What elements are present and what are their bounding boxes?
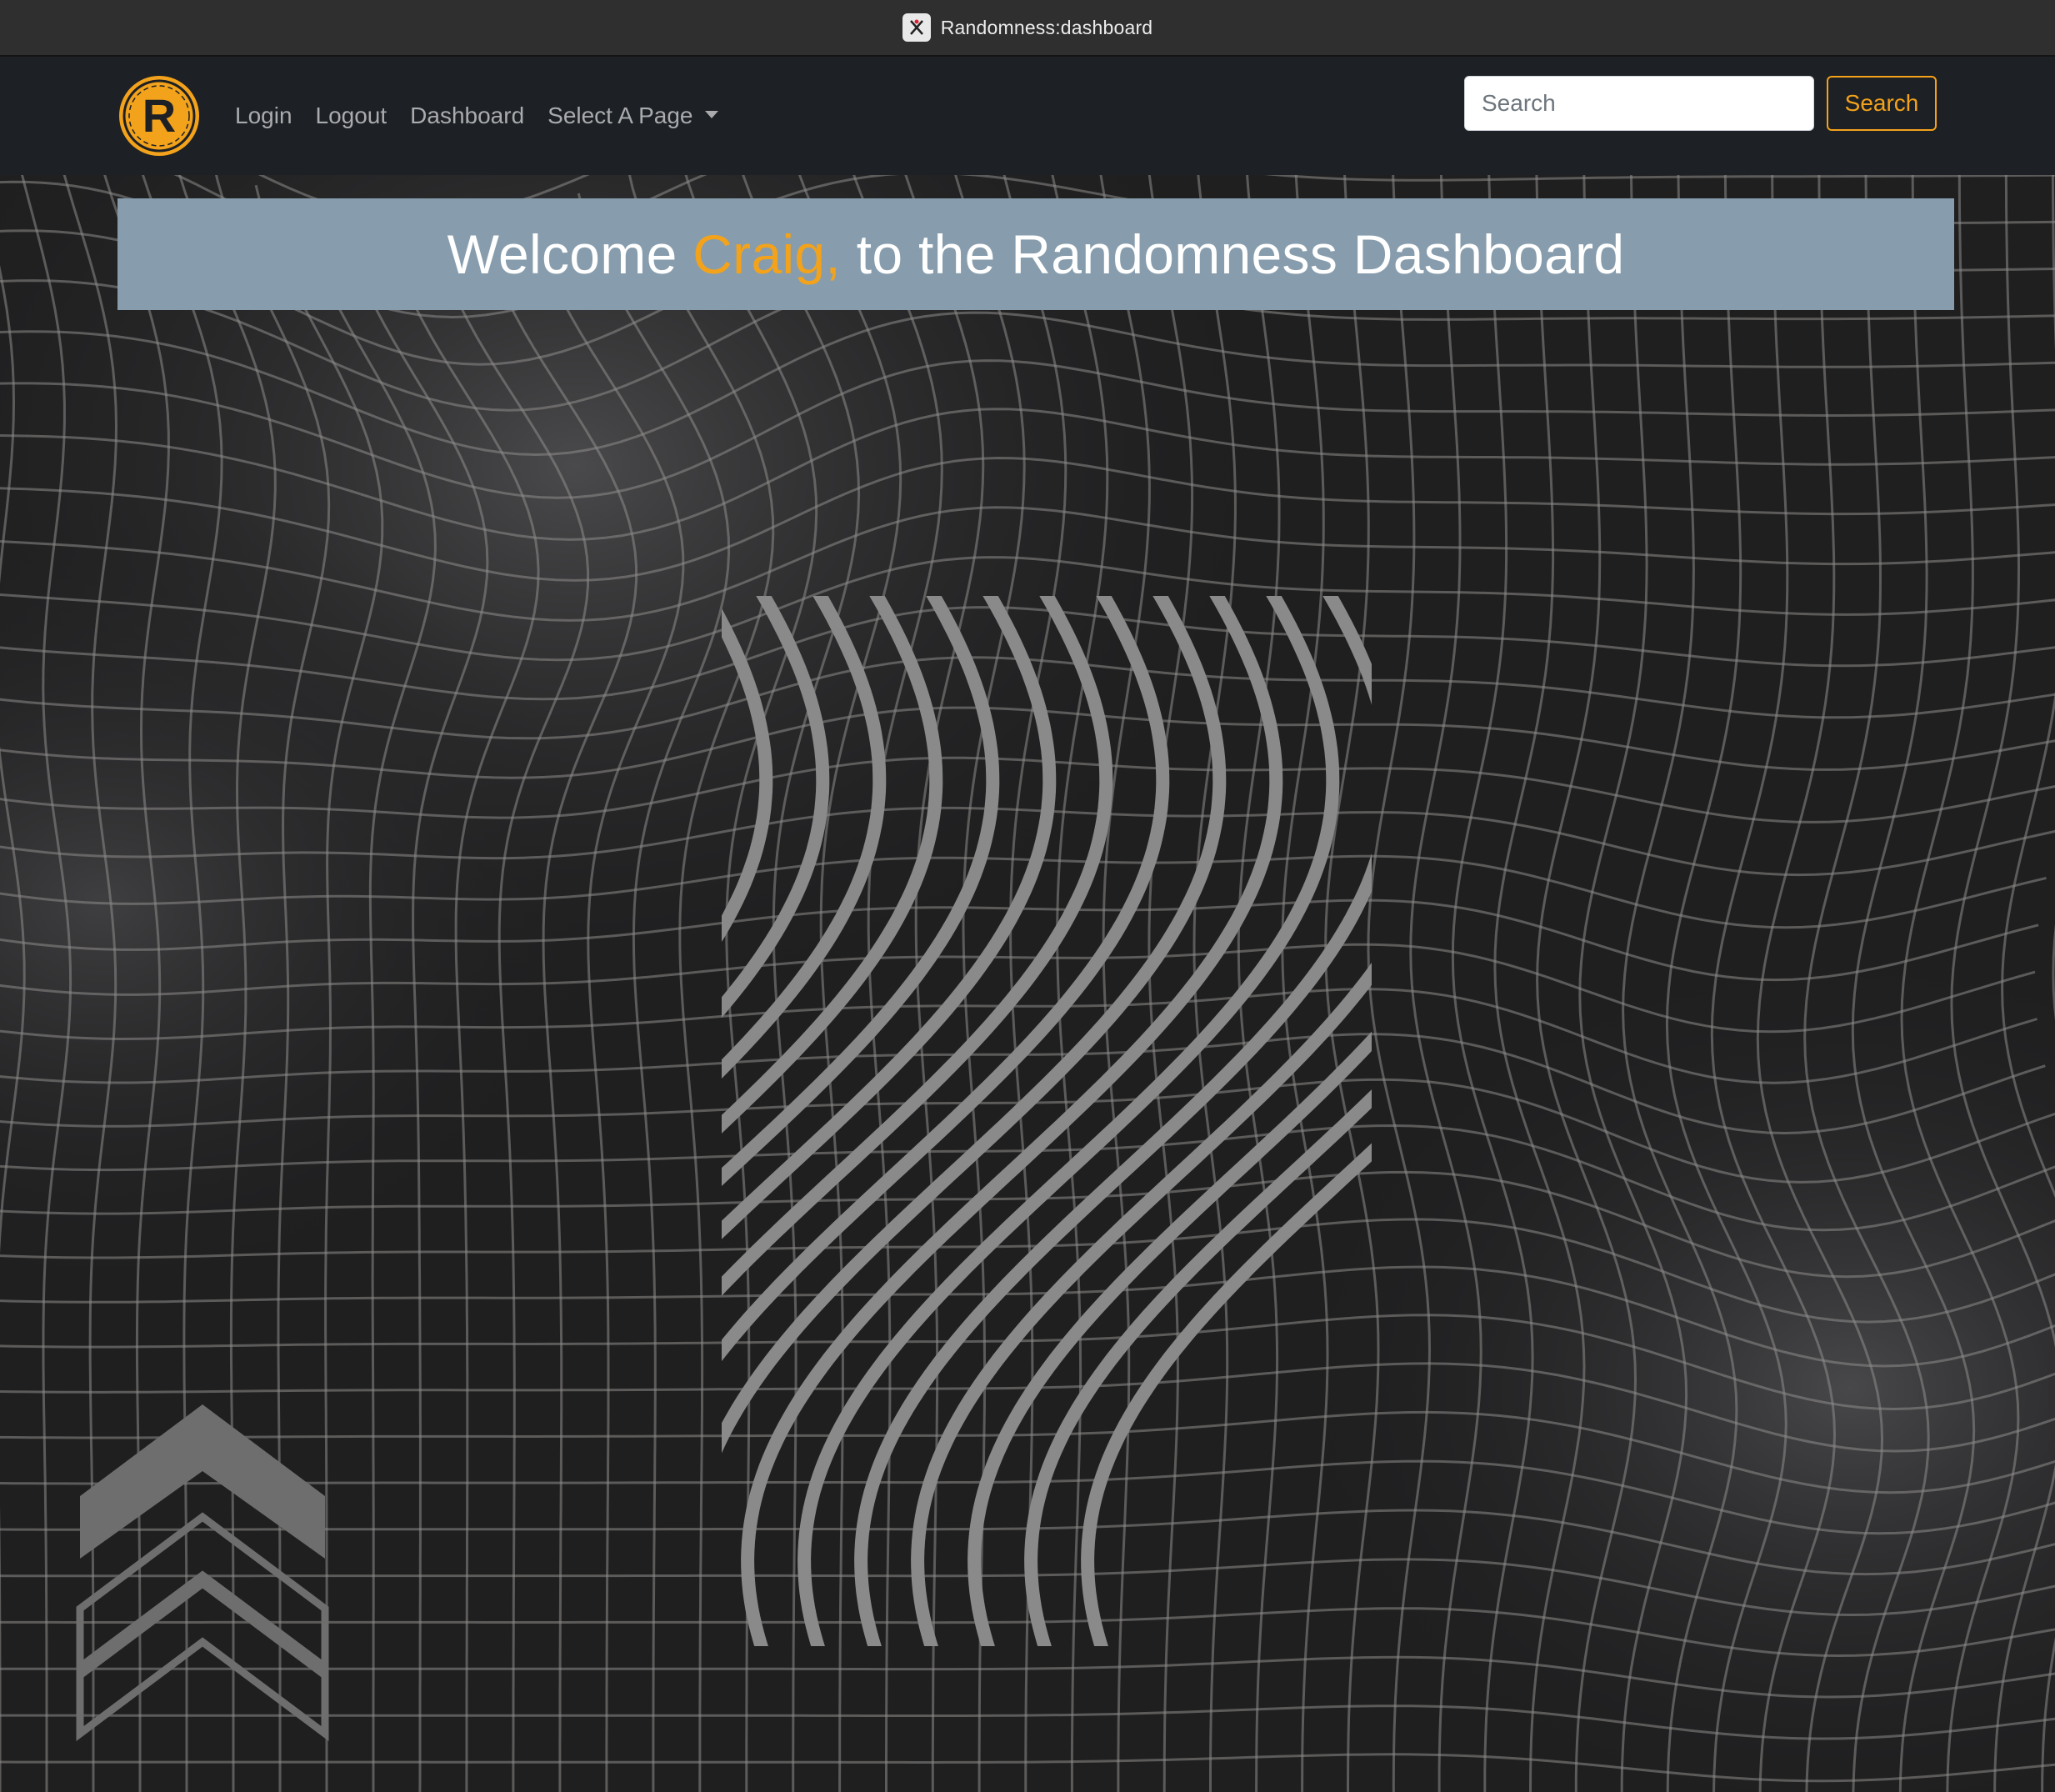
search-button[interactable]: Search — [1827, 76, 1937, 131]
randomness-logo-icon[interactable]: R — [117, 73, 202, 158]
site-favicon-icon — [902, 13, 931, 42]
welcome-banner: Welcome Craig, to the Randomness Dashboa… — [118, 198, 1954, 310]
nav-link-login[interactable]: Login — [235, 103, 292, 129]
nav-link-dashboard[interactable]: Dashboard — [410, 103, 524, 129]
caret-down-icon — [704, 111, 718, 119]
window-titlebar: Randomness:dashboard — [0, 0, 2055, 57]
welcome-heading: Welcome Craig, to the Randomness Dashboa… — [448, 223, 1625, 286]
welcome-prefix: Welcome — [447, 223, 678, 285]
window-title: Randomness:dashboard — [940, 16, 1153, 38]
background-artwork — [0, 175, 2055, 1792]
select-page-dropdown[interactable]: Select A Page — [548, 103, 718, 129]
welcome-user-name: Craig, — [692, 223, 842, 285]
select-page-label: Select A Page — [548, 103, 693, 128]
welcome-suffix: to the Randomness Dashboard — [856, 223, 1625, 285]
logo-letter: R — [142, 89, 176, 142]
nav-links: Login Logout Dashboard Select A Page — [235, 57, 742, 175]
nav-link-logout[interactable]: Logout — [316, 103, 388, 129]
search-input[interactable] — [1464, 76, 1814, 131]
